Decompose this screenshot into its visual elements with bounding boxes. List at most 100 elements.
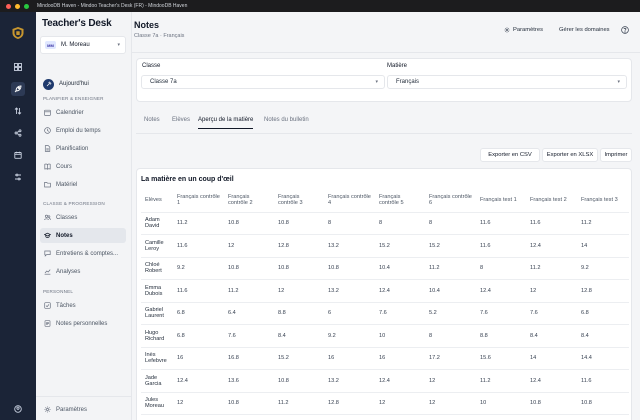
sidebar-item-planification[interactable]: Planification [40,141,126,156]
grade-cell[interactable]: 6.8 [173,302,224,325]
sidebar-item-parametres[interactable]: Paramètres [40,402,126,417]
grade-cell[interactable]: 13.2 [324,279,375,303]
grade-cell[interactable]: 6 [324,302,375,325]
grade-cell[interactable]: 10.8 [224,212,274,235]
grade-cell[interactable]: 12 [425,392,476,415]
grade-cell[interactable]: 8 [476,257,526,280]
subject-select[interactable]: Français ▾ [387,75,627,89]
help-button[interactable] [621,23,632,37]
tab-eleves[interactable]: Elèves [172,117,190,128]
grade-cell[interactable]: 17.2 [375,414,425,420]
grade-cell[interactable]: 12.4 [375,369,425,393]
grade-cell[interactable]: 12.8 [324,392,375,415]
class-select[interactable]: Classe 7a ▾ [141,75,385,89]
grade-cell[interactable]: 11.6 [173,234,224,258]
grade-cell[interactable]: 11.2 [476,369,526,393]
grade-cell[interactable]: 12.4 [375,279,425,303]
grade-cell[interactable]: 8 [425,324,476,348]
grade-cell[interactable]: 13.2 [324,369,375,393]
sidebar-item-cours[interactable]: Cours [40,159,126,174]
sidebar-item-emploi-du-temps[interactable]: Emploi du temps [40,123,126,138]
settings-button[interactable]: Paramètres [504,23,543,37]
tab-notes[interactable]: Notes [144,117,160,128]
grade-cell[interactable]: 15.2 [526,414,577,420]
grade-cell[interactable]: 9.2 [324,324,375,348]
grade-cell[interactable]: 16.8 [224,347,274,370]
grade-cell[interactable]: 12.4 [173,369,224,393]
grade-cell[interactable]: 10 [375,324,425,348]
sidebar-item-analyses[interactable]: Analyses [40,264,126,279]
tab-apercu-matiere[interactable]: Aperçu de la matière [198,117,254,129]
tab-notes-bulletin[interactable]: Notes du bulletin [264,117,309,128]
grade-cell[interactable]: 11.2 [224,279,274,303]
grade-cell[interactable]: 8 [375,212,425,235]
zoom-window-button[interactable] [24,3,29,9]
grade-cell[interactable]: 15.2 [274,414,324,420]
grade-cell[interactable]: 12.4 [526,234,577,258]
grade-cell[interactable]: 8.8 [274,302,324,325]
grade-cell[interactable]: 16 [324,347,375,370]
close-window-button[interactable] [6,3,11,9]
grade-cell[interactable]: 16.8 [224,414,274,420]
grade-cell[interactable]: 10.8 [274,257,324,280]
grade-cell[interactable]: 5.2 [425,302,476,325]
sidebar-item-taches[interactable]: Tâches [40,298,126,313]
share-icon[interactable] [11,126,25,140]
grade-cell[interactable]: 11.6 [526,212,577,235]
grade-cell[interactable]: 11.2 [274,392,324,415]
grade-cell[interactable]: 8.8 [476,324,526,348]
grade-cell[interactable]: 6.4 [224,302,274,325]
sliders-icon[interactable] [11,170,25,184]
grade-cell[interactable]: 17.6 [425,414,476,420]
grade-cell[interactable]: 11.2 [425,257,476,280]
grade-cell[interactable]: 12 [425,369,476,393]
grade-cell[interactable]: 12 [375,392,425,415]
grade-cell[interactable]: 9.2 [173,257,224,280]
export-xlsx-button[interactable]: Exporter en XLSX [542,148,598,162]
dashboard-icon[interactable] [11,60,25,74]
grade-cell[interactable]: 13.6 [224,369,274,393]
grade-cell[interactable]: 10.8 [526,392,577,415]
grade-cell[interactable]: 12 [173,392,224,415]
grade-cell[interactable]: 15.2 [476,414,526,420]
grade-cell[interactable]: 11.2 [526,257,577,280]
grade-cell[interactable]: 16.4 [173,414,224,420]
grade-cell[interactable]: 16 [375,347,425,370]
grade-cell[interactable]: 10.8 [224,257,274,280]
grade-cell[interactable]: 12 [526,279,577,303]
grade-cell[interactable]: 12 [274,279,324,303]
rocket-icon[interactable] [11,82,25,96]
sidebar-item-notes-personnelles[interactable]: Notes personnelles [40,316,126,331]
export-csv-button[interactable]: Exporter en CSV [480,148,540,162]
minimize-window-button[interactable] [15,3,20,9]
user-selector[interactable]: MM M. Moreau ▾ [40,36,126,54]
grade-cell[interactable]: 10.4 [375,257,425,280]
grade-cell[interactable]: 11.6 [476,212,526,235]
sort-arrows-icon[interactable] [11,104,25,118]
grade-cell[interactable]: 9.2 [577,257,629,280]
grade-cell[interactable]: 7.6 [526,302,577,325]
grade-cell[interactable]: 11.6 [173,279,224,303]
column-header[interactable]: Français contrôle 5 [375,189,425,213]
sidebar-item-notes[interactable]: Notes [40,228,126,243]
column-header[interactable]: Français test 2 [526,189,577,213]
grade-cell[interactable]: 8 [324,212,375,235]
grade-cell[interactable]: 16.8 [324,414,375,420]
grade-cell[interactable]: 10.4 [425,279,476,303]
grade-cell[interactable]: 11.2 [173,212,224,235]
grade-cell[interactable]: 13.2 [324,234,375,258]
column-header[interactable]: Français contrôle 2 [224,189,274,213]
grade-cell[interactable]: 15.2 [274,347,324,370]
grade-cell[interactable]: 15.2 [425,234,476,258]
column-header[interactable]: Français contrôle 3 [274,189,324,213]
column-header[interactable]: Français test 1 [476,189,526,213]
grade-cell[interactable]: 14 [577,234,629,258]
grade-cell[interactable]: 8 [425,212,476,235]
grade-cell[interactable]: 8.4 [274,324,324,348]
grade-cell[interactable]: 10.8 [577,392,629,415]
sidebar-item-calendrier[interactable]: Calendrier [40,105,126,120]
grade-cell[interactable]: 6.8 [577,302,629,325]
calendar-grid-icon[interactable] [11,148,25,162]
grade-cell[interactable]: 15.6 [476,347,526,370]
grade-cell[interactable]: 17.2 [425,347,476,370]
